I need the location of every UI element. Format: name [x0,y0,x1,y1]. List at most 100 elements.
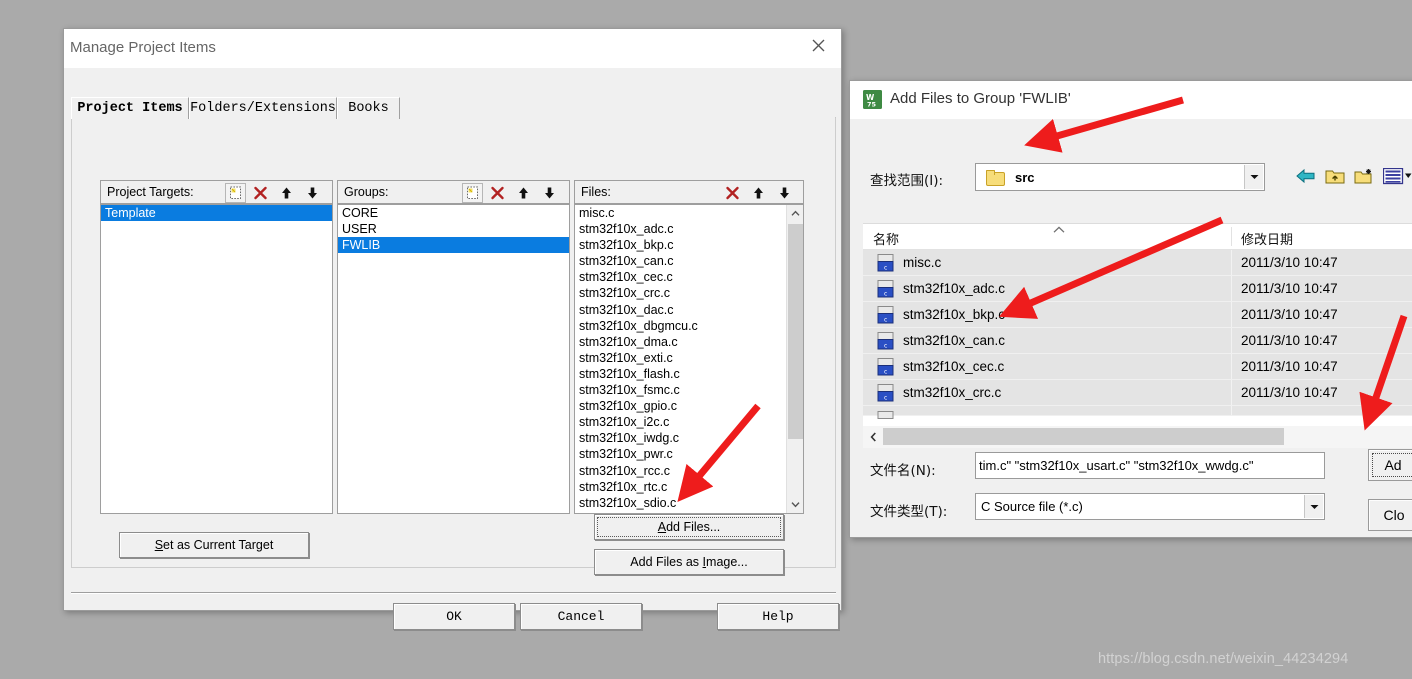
svg-text:c: c [884,291,887,298]
move-down-icon[interactable] [539,183,560,203]
new-item-icon[interactable] [462,183,483,203]
list-item[interactable]: stm32f10x_flash.c [575,366,785,382]
chevron-left-icon[interactable] [865,428,881,445]
groups-header: Groups: [337,180,570,204]
column-header-name[interactable]: 名称 [873,229,899,248]
close-icon[interactable] [795,29,841,61]
list-item[interactable]: stm32f10x_pwr.c [575,446,785,462]
add-files-as-image-button[interactable]: Add Files as Image... [594,549,784,575]
files-scrollbar[interactable] [786,205,803,513]
screen: Manage Project Items Project Items Folde… [0,0,1412,679]
list-item[interactable]: stm32f10x_can.c [575,253,785,269]
ok-button[interactable]: OK [393,603,515,630]
files-list[interactable]: misc.c stm32f10x_adc.c stm32f10x_bkp.c s… [574,204,804,514]
list-item[interactable]: stm32f10x_cec.c [575,269,785,285]
file-name-input[interactable]: tim.c" "stm32f10x_usart.c" "stm32f10x_ww… [975,452,1325,479]
new-item-icon[interactable] [225,183,246,203]
list-item[interactable]: FWLIB [338,237,569,254]
table-row[interactable]: c stm32f10x_cec.c 2011/3/10 10:47 [863,354,1412,380]
groups-label: Groups: [344,185,389,199]
list-item[interactable]: stm32f10x_dac.c [575,302,785,318]
delete-icon[interactable] [722,183,743,203]
manage-dialog-body: Project Items Folders/Extensions Books P… [64,68,841,630]
chevron-up-icon[interactable] [787,205,803,222]
cell-divider [1231,250,1232,275]
table-row[interactable]: c stm32f10x_adc.c 2011/3/10 10:47 [863,276,1412,302]
add-files-as-image-pre: Add Files as [630,555,703,569]
add-files-to-group-dialog: W 75 Add Files to Group 'FWLIB' 查找范围(I):… [849,80,1412,538]
list-item[interactable]: stm32f10x_dma.c [575,334,785,350]
horizontal-scrollbar[interactable] [863,426,1412,448]
add-files-button[interactable]: Add Files... [594,514,784,540]
list-item[interactable]: stm32f10x_i2c.c [575,414,785,430]
add-files-titlebar: W 75 Add Files to Group 'FWLIB' [850,81,1412,119]
scrollbar-thumb[interactable] [788,224,803,439]
list-item[interactable]: stm32f10x_exti.c [575,350,785,366]
tab-strip: Project Items Folders/Extensions Books [71,97,836,119]
back-arrow-icon[interactable] [1293,163,1319,189]
list-item[interactable]: stm32f10x_crc.c [575,285,785,301]
table-row[interactable]: c stm32f10x_bkp.c 2011/3/10 10:47 [863,302,1412,328]
cancel-label: Cancel [557,609,605,624]
chevron-down-icon[interactable] [787,496,803,513]
tab-project-items[interactable]: Project Items [71,97,189,119]
add-files-rest: dd Files... [666,520,721,534]
tab-folders-extensions[interactable]: Folders/Extensions [189,97,337,119]
project-targets-list[interactable]: Template [100,204,333,514]
groups-list[interactable]: CORE USER FWLIB [337,204,570,514]
list-item[interactable]: stm32f10x_gpio.c [575,398,785,414]
up-folder-icon[interactable] [1322,163,1348,189]
look-in-value: src [1015,169,1035,185]
tab-books[interactable]: Books [337,97,400,119]
view-list-icon[interactable] [1381,163,1412,189]
chevron-down-icon[interactable] [1304,495,1323,518]
scrollbar-thumb[interactable] [883,428,1284,445]
list-item[interactable]: stm32f10x_iwdg.c [575,430,785,446]
column-header-date[interactable]: 修改日期 [1241,229,1293,248]
look-in-combo[interactable]: src [975,163,1265,191]
list-item[interactable]: USER [338,221,569,237]
new-folder-icon[interactable] [1351,163,1377,189]
file-list-header: 名称 修改日期 [863,224,1412,250]
list-item[interactable]: misc.c [575,205,785,221]
add-button[interactable]: Ad [1368,449,1412,481]
cancel-button[interactable]: Cancel [520,603,642,630]
file-type-combo[interactable]: C Source file (*.c) [975,493,1325,520]
tab-books-label: Books [348,101,389,116]
help-button[interactable]: Help [717,603,839,630]
list-item[interactable]: Template [101,205,332,222]
list-item[interactable]: CORE [338,205,569,221]
close-button[interactable]: Clo [1368,499,1412,531]
delete-icon[interactable] [487,183,508,203]
set-as-current-target-button[interactable]: Set as Current Target [119,532,309,558]
move-up-icon[interactable] [513,183,534,203]
list-item[interactable]: stm32f10x_rtc.c [575,479,785,495]
move-up-icon[interactable] [748,183,769,203]
project-targets-header: Project Targets: [100,180,333,204]
list-item[interactable]: stm32f10x_dbgmcu.c [575,318,785,334]
help-label: Help [762,609,794,624]
files-column: Files: misc.c stm32f10x_adc.c stm32f10x_… [574,180,804,514]
chevron-down-icon[interactable] [1244,165,1263,189]
add-files-body: 查找范围(I): src 名称 修改日期 c misc.c 2011/3/10 … [850,119,1412,537]
set-as-current-target-label: Set as Current Target [155,538,274,552]
uvision-icon: W 75 [863,90,882,109]
table-row[interactable]: c stm32f10x_can.c 2011/3/10 10:47 [863,328,1412,354]
table-row[interactable]: c misc.c 2011/3/10 10:47 [863,250,1412,276]
file-name: stm32f10x_adc.c [903,281,1006,296]
cell-divider [1231,328,1232,353]
list-item[interactable]: stm32f10x_bkp.c [575,237,785,253]
list-item[interactable]: stm32f10x_rcc.c [575,463,785,479]
list-item[interactable]: stm32f10x_adc.c [575,221,785,237]
list-item[interactable]: stm32f10x_sdio.c [575,495,785,511]
list-item[interactable]: stm32f10x_fsmc.c [575,382,785,398]
column-divider[interactable] [1231,227,1232,246]
move-up-icon[interactable] [276,183,297,203]
table-row-partial[interactable] [863,406,1412,419]
delete-icon[interactable] [250,183,271,203]
move-down-icon[interactable] [302,183,323,203]
file-list[interactable]: 名称 修改日期 c misc.c 2011/3/10 10:47 c stm32… [863,223,1412,428]
table-row[interactable]: c stm32f10x_crc.c 2011/3/10 10:47 [863,380,1412,406]
move-down-icon[interactable] [774,183,795,203]
tab-folders-extensions-label: Folders/Extensions [190,101,336,116]
